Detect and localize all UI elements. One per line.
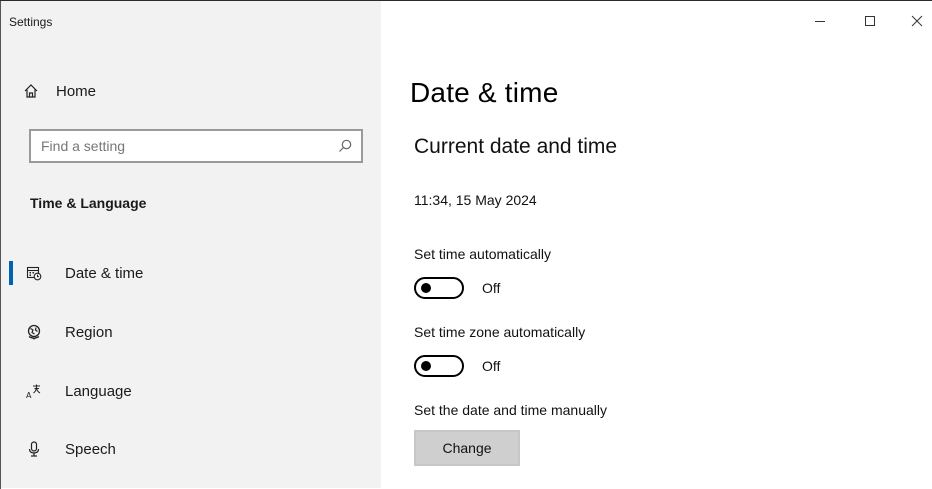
change-button[interactable]: Change — [414, 430, 520, 466]
set-timezone-auto-toggle[interactable] — [414, 355, 464, 377]
sidebar-item-region[interactable]: Region — [1, 312, 380, 352]
minimize-button[interactable] — [797, 1, 843, 45]
active-indicator — [9, 261, 13, 285]
calendar-clock-icon — [25, 264, 43, 282]
set-time-auto-toggle[interactable] — [414, 277, 464, 299]
search-icon[interactable] — [337, 138, 353, 154]
set-time-auto-state: Off — [482, 280, 501, 296]
section-heading: Current date and time — [414, 135, 618, 158]
close-icon — [911, 14, 923, 32]
home-label: Home — [56, 82, 97, 100]
sidebar: Settings Home Time & Language Date & tim… — [1, 1, 381, 488]
minimize-icon — [814, 14, 826, 32]
set-timezone-auto-label: Set time zone automatically — [414, 324, 586, 340]
set-timezone-auto-state: Off — [482, 358, 501, 374]
home-icon — [21, 81, 41, 101]
toggle-knob — [421, 283, 431, 293]
section-title: Time & Language — [30, 195, 147, 211]
search-input[interactable] — [31, 131, 331, 161]
current-datetime: 11:34, 15 May 2024 — [414, 192, 537, 208]
svg-text:A: A — [26, 391, 32, 399]
language-icon: A — [25, 382, 43, 400]
sidebar-item-speech[interactable]: Speech — [1, 429, 380, 469]
globe-icon — [25, 323, 43, 341]
set-time-auto-label: Set time automatically — [414, 246, 551, 262]
settings-window: Settings Home Time & Language Date & tim… — [0, 0, 932, 489]
sidebar-item-label: Speech — [65, 440, 116, 458]
sidebar-item-label: Date & time — [65, 264, 144, 282]
maximize-button[interactable] — [847, 1, 893, 45]
sidebar-item-label: Language — [65, 382, 132, 400]
close-button[interactable] — [894, 1, 932, 45]
home-nav-item[interactable]: Home — [21, 79, 96, 103]
sidebar-item-language[interactable]: A Language — [1, 371, 380, 411]
sidebar-item-date-time[interactable]: Date & time — [1, 253, 380, 293]
page-title: Date & time — [410, 77, 559, 108]
toggle-knob — [421, 361, 431, 371]
maximize-icon — [864, 14, 876, 32]
sidebar-item-label: Region — [65, 323, 113, 341]
manual-datetime-label: Set the date and time manually — [414, 402, 608, 418]
search-box[interactable] — [29, 129, 363, 163]
microphone-icon — [25, 440, 43, 458]
app-title: Settings — [9, 15, 53, 29]
